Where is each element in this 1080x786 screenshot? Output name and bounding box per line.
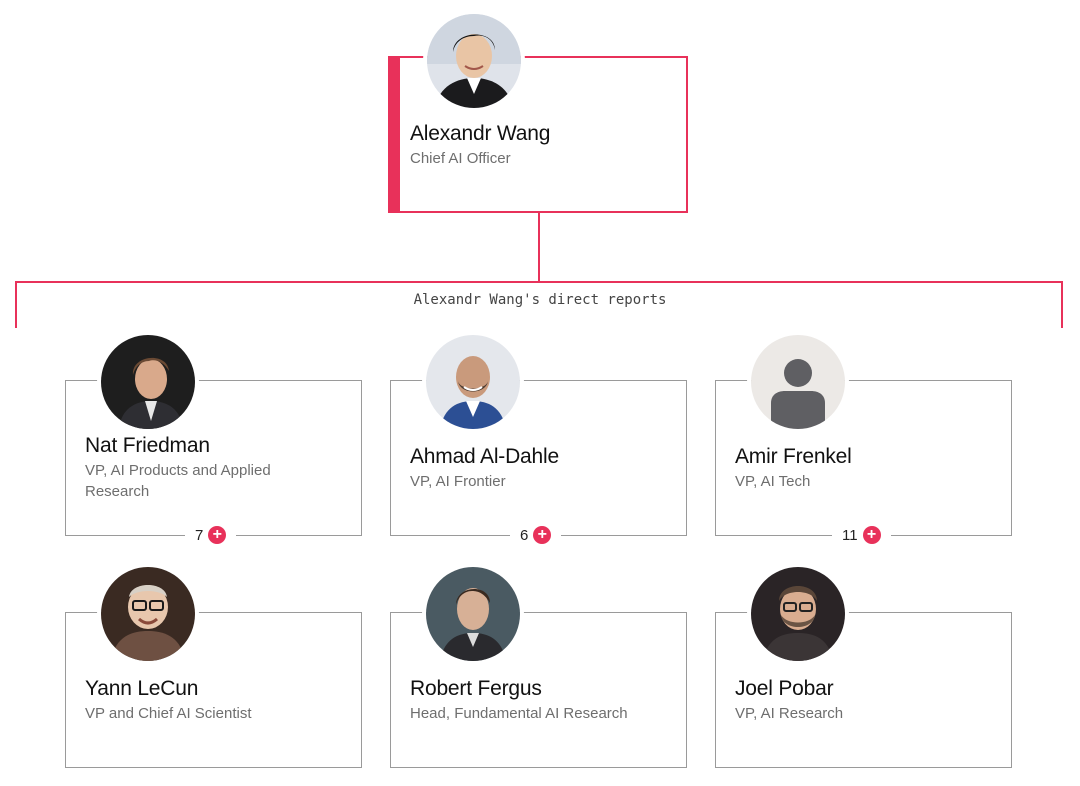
person-name: Ahmad Al-Dahle [410, 445, 559, 468]
root-person-name: Alexandr Wang [410, 122, 551, 145]
person-title: VP and Chief AI Scientist [85, 705, 252, 722]
person-name: Yann LeCun [85, 677, 199, 700]
report-count: 6 [520, 526, 529, 544]
person-title: VP, AI Frontier [410, 473, 506, 490]
person-photo-icon [101, 567, 195, 661]
root-person-title: Chief AI Officer [410, 150, 511, 167]
expand-plus-icon[interactable]: + [862, 526, 881, 544]
person-title: VP, AI Tech [735, 473, 811, 490]
report-avatar [747, 331, 849, 433]
direct-reports-caption: Alexandr Wang's direct reports [0, 292, 1080, 308]
root-connector-line [538, 213, 540, 282]
report-avatar [97, 331, 199, 433]
report-count-badge[interactable]: 11 + [832, 524, 891, 546]
default-user-icon [751, 335, 845, 429]
report-count: 7 [195, 526, 204, 544]
report-avatar [747, 563, 849, 665]
expand-plus-icon[interactable]: + [533, 526, 552, 544]
reports-bracket-line [15, 281, 1063, 283]
person-name: Joel Pobar [735, 677, 834, 700]
report-avatar [422, 331, 524, 433]
report-count-badge[interactable]: 6 + [510, 524, 562, 546]
person-photo-icon [426, 335, 520, 429]
person-name: Robert Fergus [410, 677, 542, 700]
expand-plus-icon[interactable]: + [208, 526, 227, 544]
report-avatar [422, 563, 524, 665]
person-photo-icon [751, 567, 845, 661]
person-name: Nat Friedman [85, 434, 210, 457]
root-avatar [423, 10, 525, 112]
report-count: 11 [842, 526, 858, 544]
report-count-badge[interactable]: 7 + [185, 524, 237, 546]
person-photo-icon [101, 335, 195, 429]
person-name: Amir Frenkel [735, 445, 852, 468]
person-title: VP, AI Research [735, 705, 844, 722]
person-photo-icon [427, 14, 521, 108]
report-avatar [97, 563, 199, 665]
person-photo-icon [426, 567, 520, 661]
person-title: Head, Fundamental AI Research [410, 705, 628, 722]
person-title: VP, AI Products and Applied Research [85, 462, 271, 500]
